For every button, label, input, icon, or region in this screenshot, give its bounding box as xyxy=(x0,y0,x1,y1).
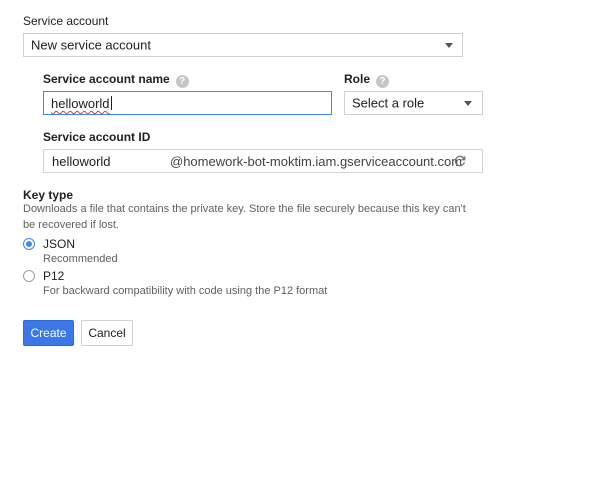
service-account-value: New service account xyxy=(31,37,151,53)
p12-option-label[interactable]: P12 xyxy=(43,269,64,283)
role-label-text: Role xyxy=(344,72,371,86)
json-radio[interactable] xyxy=(23,238,35,250)
text-cursor xyxy=(110,96,112,110)
refresh-icon[interactable] xyxy=(452,153,468,172)
service-account-name-input[interactable]: helloworld xyxy=(43,91,332,115)
service-account-id-label: Service account ID xyxy=(43,130,151,144)
chevron-down-icon xyxy=(445,43,453,48)
help-circle-icon[interactable]: ? xyxy=(175,75,189,88)
key-type-label: Key type xyxy=(23,188,74,202)
service-account-label: Service account xyxy=(23,14,109,28)
p12-radio[interactable] xyxy=(23,270,35,282)
help-circle-icon[interactable]: ? xyxy=(376,75,390,88)
role-label: Role? xyxy=(344,72,390,88)
service-account-id-domain: @homework-bot-moktim.iam.gserviceaccount… xyxy=(170,154,463,169)
service-account-name-value: helloworld xyxy=(51,96,110,111)
service-account-name-label-text: Service account name xyxy=(43,72,170,86)
json-option-sublabel: Recommended xyxy=(43,253,118,265)
create-button[interactable]: Create xyxy=(23,320,74,346)
key-type-description-line2: be recovered if lost. xyxy=(23,219,119,231)
service-account-name-label: Service account name? xyxy=(43,72,189,88)
service-account-select[interactable]: New service account xyxy=(23,33,463,57)
key-type-description-line1: Downloads a file that contains the priva… xyxy=(23,203,466,215)
json-option-label[interactable]: JSON xyxy=(43,237,75,251)
p12-option-sublabel: For backward compatibility with code usi… xyxy=(43,285,328,297)
role-value: Select a role xyxy=(352,95,425,111)
role-select[interactable]: Select a role xyxy=(344,91,483,115)
chevron-down-icon xyxy=(464,101,472,106)
key-type-description: Downloads a file that contains the priva… xyxy=(23,201,483,233)
service-account-id-value: helloworld xyxy=(52,154,111,169)
service-account-id-input[interactable]: helloworld @homework-bot-moktim.iam.gser… xyxy=(43,149,483,173)
cancel-button[interactable]: Cancel xyxy=(81,320,133,346)
